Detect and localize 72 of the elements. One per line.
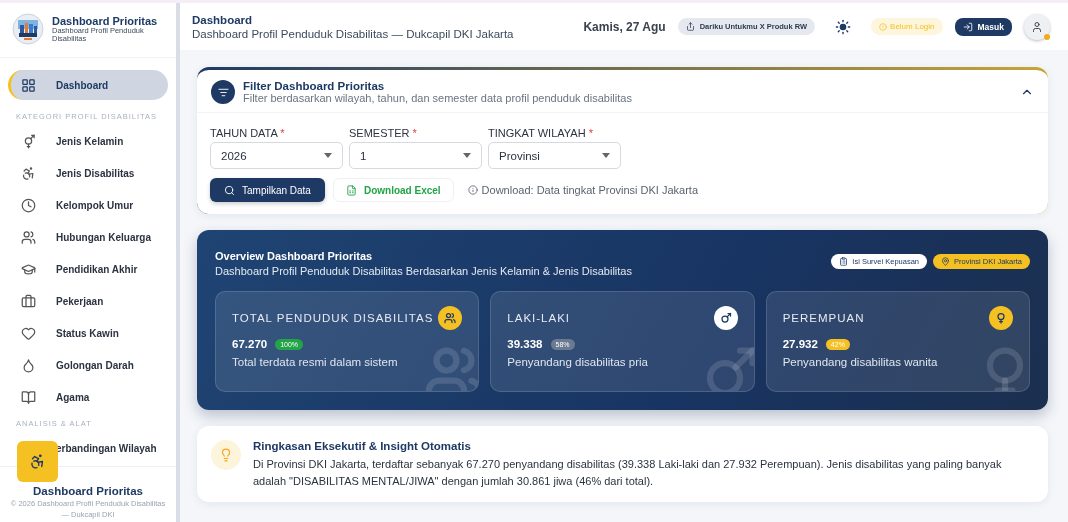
login-icon <box>962 21 973 32</box>
caret-icon <box>463 153 471 158</box>
sidebar-item[interactable]: Status Kawin <box>8 317 168 349</box>
wheelchair-icon <box>21 165 36 181</box>
stat-value: 27.932 <box>782 338 818 350</box>
map-pin-icon <box>941 257 951 266</box>
sidebar-item[interactable]: Golongan Darah <box>8 349 168 381</box>
sidebar-item[interactable]: Jenis Disabilitas <box>8 157 168 189</box>
graduation-cap-icon <box>21 261 36 277</box>
overview-title: Overview Dashboard Prioritas <box>215 250 374 262</box>
card-subtitle: Filter berdasarkan wilayah, tahun, dan semester data profil penduduk disabilitas <box>243 92 632 104</box>
female-symbol-icon <box>989 306 1013 330</box>
people-icon <box>21 229 36 245</box>
lightbulb-icon <box>211 440 241 470</box>
stat-value: 67.270 <box>232 338 268 350</box>
status-dot <box>1044 33 1050 40</box>
sidebar-item[interactable]: Dashboard <box>8 70 168 100</box>
stat-description: Penyandang disabilitas wanita <box>782 356 939 368</box>
alert-icon <box>879 22 888 31</box>
spreadsheet-icon <box>345 184 357 196</box>
insight-title: Ringkasan Eksekutif & Insight Otomatis <box>253 440 472 452</box>
footer-title: Dashboard Prioritas <box>32 485 144 497</box>
logo-icon <box>12 13 44 45</box>
caret-icon <box>324 153 332 158</box>
field-label: TAHUN DATA * <box>210 127 286 139</box>
show-data-button[interactable]: Tampilkan Data <box>210 178 325 202</box>
download-note: Download: Data tingkat Provinsi DKI Jakarta <box>467 184 699 196</box>
clock-icon <box>21 197 36 213</box>
search-icon <box>224 184 235 196</box>
sidebar-item[interactable]: Jenis Kelamin <box>8 125 168 157</box>
insight-text: Di Provinsi DKI Jakarta, terdaftar sebanyak 67.270 penyandang disabilitas (39.338 Laki-laki dan 27.932 Perempuan). Jenis disabilitas yang paling banyak adalah "DISABILITAS MENTAL/JIWA" dengan jumlah 30.861 jiwa (46% dari total). <box>253 457 1003 490</box>
stat-description: Total terdata resmi dalam sistem <box>232 356 399 368</box>
clipboard-icon <box>839 257 849 266</box>
overview-subtitle: Dashboard Profil Penduduk Disabilitas Berdasarkan Jenis Kelamin & Jenis Disabilitas <box>215 265 632 277</box>
dropdown-field[interactable]: 1 <box>349 142 482 169</box>
brand-title: Dashboard Prioritas <box>52 14 159 27</box>
field-label: TINGKAT WILAYAH * <box>488 127 594 139</box>
field-label: SEMESTER * <box>349 127 418 139</box>
droplet-icon <box>21 357 36 373</box>
heart-icon <box>21 325 36 341</box>
login-status-badge: Belum Login <box>871 18 943 35</box>
stat-label: TOTAL PENDUDUK DISABILITAS <box>232 312 434 324</box>
stat-value: 39.338 <box>507 338 543 350</box>
sidebar-item[interactable]: Pendidikan Akhir <box>8 253 168 285</box>
page-subtitle: Dashboard Profil Penduduk Disabilitas — Dukcapil DKI Jakarta <box>192 27 514 40</box>
book-icon <box>21 389 36 405</box>
card-title: Filter Dashboard Prioritas <box>243 80 386 92</box>
user-avatar[interactable] <box>1024 13 1050 40</box>
stat-label: PEREMPUAN <box>782 312 865 324</box>
grid-icon <box>21 77 36 93</box>
page-title: Dashboard <box>192 13 254 26</box>
info-icon <box>467 185 478 195</box>
login-button[interactable]: Masuk <box>954 17 1012 36</box>
briefcase-icon <box>21 293 36 309</box>
stat-description: Penyandang disabilitas pria <box>507 356 649 368</box>
sidebar-item[interactable]: Pekerjaan <box>8 285 168 317</box>
user-icon <box>1031 20 1043 33</box>
sidebar-item[interactable]: Kelompok Umur <box>8 189 168 221</box>
date-text: Kamis, 27 Agu <box>583 19 666 34</box>
people-icon <box>438 306 463 330</box>
accessibility-button[interactable] <box>17 441 58 482</box>
share-icon <box>685 22 695 31</box>
male-symbol-icon <box>713 306 738 330</box>
wheelchair-icon <box>29 453 46 470</box>
dropdown-field[interactable]: Provinsi <box>488 142 621 169</box>
sun-icon[interactable] <box>835 18 852 35</box>
dropdown-field[interactable]: 2026 <box>210 142 343 169</box>
filter-icon <box>211 80 235 104</box>
stat-label: LAKI-LAKI <box>507 312 571 324</box>
caret-icon <box>602 153 610 158</box>
sidebar-item[interactable]: Hubungan Keluarga <box>8 221 168 253</box>
sidebar-item[interactable]: Agama <box>8 381 168 413</box>
